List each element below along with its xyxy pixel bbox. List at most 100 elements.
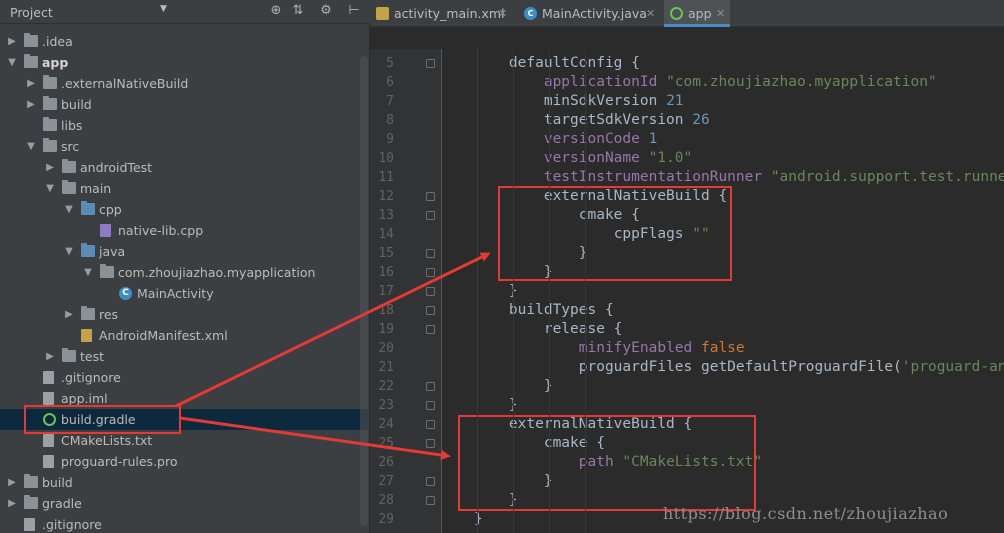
expanded-arrow-icon[interactable]: ▼ [44,178,56,199]
fold-marker-icon[interactable] [426,401,435,410]
indent-guide [585,49,586,533]
expanded-arrow-icon[interactable]: ▼ [63,199,75,220]
tree-item[interactable]: ▶ build [0,94,368,115]
tab-mainactivity-java[interactable]: C MainActivity.java ✕ [518,0,660,27]
code-token: 26 [692,112,710,128]
fold-marker-icon[interactable] [426,249,435,258]
code-line: minSdkVersion 21 [474,92,684,111]
tree-item-label: AndroidManifest.xml [99,328,228,343]
code-token: false [700,340,745,356]
line-number: 11 [378,170,394,185]
collapsed-arrow-icon[interactable]: ▶ [6,493,18,514]
collapsed-arrow-icon[interactable]: ▶ [63,304,75,325]
code-token: versionName [543,150,649,166]
code-token: versionCode [543,131,649,147]
tree-item[interactable]: ▼ cpp [0,199,368,220]
tree-item[interactable]: AndroidManifest.xml [0,325,368,346]
sync-icon[interactable]: ⊕ [268,3,284,18]
line-number: 6 [386,75,394,90]
fold-marker-icon[interactable] [426,59,435,68]
tree-item[interactable]: ▶ .idea [0,31,368,52]
collapse-icon[interactable]: ⇅ [290,3,306,18]
fold-marker-icon[interactable] [426,211,435,220]
fold-marker-icon[interactable] [426,268,435,277]
collapsed-arrow-icon[interactable]: ▶ [44,157,56,178]
scrollbar[interactable] [360,56,368,526]
line-number: 23 [378,398,394,413]
expanded-arrow-icon[interactable]: ▼ [25,136,37,157]
code-token: testInstrumentationRunner [543,169,771,185]
collapsed-arrow-icon[interactable]: ▶ [6,31,18,52]
tree-item-label: gradle [42,496,82,511]
tree-item[interactable]: ▼ java [0,241,368,262]
tree-item[interactable]: ▶ androidTest [0,157,368,178]
collapsed-arrow-icon[interactable]: ▶ [6,472,18,493]
fold-marker-icon[interactable] [426,306,435,315]
fold-marker-icon[interactable] [426,477,435,486]
expanded-arrow-icon[interactable]: ▼ [6,52,18,73]
tree-item[interactable]: proguard-rules.pro [0,451,368,472]
hide-icon[interactable]: ⊢ [346,3,362,18]
tree-item[interactable]: ▶ test [0,346,368,367]
fold-marker-icon[interactable] [426,420,435,429]
folder-icon [62,159,76,173]
tree-item-label: src [61,139,80,154]
collapsed-arrow-icon[interactable]: ▶ [25,73,37,94]
tree-item-label: test [80,349,105,364]
tree-item[interactable]: .gitignore [0,514,368,533]
chevron-down-icon[interactable]: ▼ [160,4,167,14]
code-line: buildTypes { [474,301,614,320]
close-icon[interactable]: ✕ [498,0,507,27]
expanded-arrow-icon[interactable]: ▼ [63,241,75,262]
tree-item[interactable]: ▼ app [0,52,368,73]
close-icon[interactable]: ✕ [646,0,655,27]
tab-activity-main-xml[interactable]: activity_main.xml ✕ [370,0,510,27]
tree-item[interactable]: ▼ src [0,136,368,157]
code-token: proguardFiles getDefaultProguardFile( [578,359,902,375]
source-folder-icon [81,243,95,257]
tree-item[interactable]: ▶ res [0,304,368,325]
line-number: 16 [378,265,394,280]
tab-label: activity_main.xml [394,6,505,21]
fold-marker-icon[interactable] [426,192,435,201]
package-icon [100,264,114,278]
code-line: } [474,282,518,301]
folder-icon [43,138,57,152]
gear-icon[interactable]: ⚙ [318,3,334,18]
line-number: 21 [378,360,394,375]
expanded-arrow-icon[interactable]: ▼ [82,262,94,283]
tree-item[interactable]: ▼ com.zhoujiazhao.myapplication [0,262,368,283]
tree-item[interactable]: ▼ main [0,178,368,199]
fold-marker-icon[interactable] [426,382,435,391]
tree-item[interactable]: native-lib.cpp [0,220,368,241]
tree-item[interactable]: ▶ .externalNativeBuild [0,73,368,94]
tree-item-label: .gitignore [61,370,121,385]
collapsed-arrow-icon[interactable]: ▶ [25,94,37,115]
project-view-selector[interactable]: Project [10,5,53,20]
code-line: minifyEnabled false [474,339,745,358]
code-token: } [474,511,483,527]
line-number: 19 [378,322,394,337]
tab-app[interactable]: app ✕ [664,0,730,27]
folder-icon [43,75,57,89]
fold-marker-icon[interactable] [426,439,435,448]
tree-item[interactable]: ▶ gradle [0,493,368,514]
tree-item[interactable]: libs [0,115,368,136]
tree-item-label: proguard-rules.pro [61,454,178,469]
fold-marker-icon[interactable] [426,496,435,505]
close-icon[interactable]: ✕ [716,0,725,27]
tree-item[interactable]: ▶ build [0,472,368,493]
line-number: 22 [378,379,394,394]
tree-item[interactable]: .gitignore [0,367,368,388]
fold-marker-icon[interactable] [426,287,435,296]
tree-item-label: .gitignore [42,517,102,532]
tree-item[interactable]: C MainActivity [0,283,368,304]
fold-marker-icon[interactable] [426,325,435,334]
tab-bar: activity_main.xml ✕ C MainActivity.java … [370,0,1004,27]
code-token: "android.support.test.runner. [770,169,1004,185]
collapsed-arrow-icon[interactable]: ▶ [44,346,56,367]
